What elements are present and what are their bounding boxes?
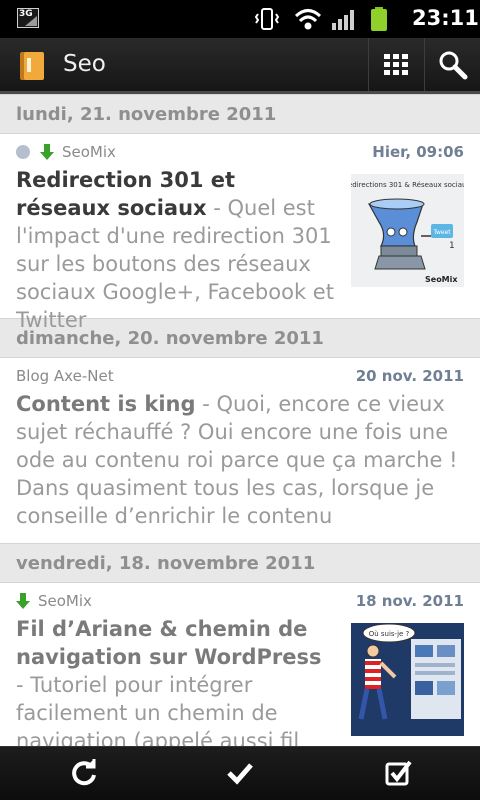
feed-source: SeoMix bbox=[62, 143, 116, 161]
status-bar: 3G 23:11 bbox=[0, 0, 480, 38]
list-item[interactable]: SeoMix 18 nov. 2011 Fil d’Ariane & chemi… bbox=[0, 583, 480, 746]
article-thumbnail[interactable]: Redirections 301 & Réseaux sociaux Tweet… bbox=[351, 174, 464, 287]
unread-dot-icon bbox=[16, 145, 30, 159]
bottom-toolbar bbox=[0, 746, 480, 800]
search-button[interactable] bbox=[424, 38, 480, 91]
article-thumbnail[interactable]: Où suis-je ? bbox=[351, 623, 464, 736]
select-button[interactable] bbox=[384, 759, 412, 791]
date-header: lundi, 21. novembre 2011 bbox=[0, 94, 480, 134]
article-time: Hier, 09:06 bbox=[372, 143, 464, 161]
grid-icon bbox=[384, 54, 408, 75]
search-icon bbox=[439, 51, 468, 80]
article-title: Fil d’Ariane & chemin de navigation sur … bbox=[16, 617, 322, 669]
grid-view-button[interactable] bbox=[368, 38, 424, 91]
refresh-button[interactable] bbox=[70, 759, 98, 791]
clock: 23:11 bbox=[412, 6, 479, 30]
date-header: vendredi, 18. novembre 2011 bbox=[0, 543, 480, 583]
page-title: Seo bbox=[63, 51, 106, 77]
article-excerpt: - Tutoriel pour intégrer facilement un c… bbox=[16, 673, 300, 746]
svg-text:1: 1 bbox=[449, 241, 455, 251]
thumb-brand: SeoMix bbox=[425, 275, 458, 284]
feed-folder-icon[interactable] bbox=[18, 50, 48, 82]
thumb-caption: Où suis-je ? bbox=[369, 630, 410, 638]
signal-icon bbox=[332, 10, 354, 30]
checkmark-icon bbox=[227, 763, 253, 785]
article-list[interactable]: lundi, 21. novembre 2011 SeoMix Hier, 09… bbox=[0, 94, 480, 746]
battery-icon bbox=[371, 7, 387, 31]
thumb-caption: Redirections 301 & Réseaux sociaux bbox=[351, 181, 464, 189]
down-arrow-icon bbox=[40, 144, 54, 160]
article-time: 18 nov. 2011 bbox=[355, 592, 464, 610]
checkbox-icon bbox=[385, 760, 412, 786]
mark-all-read-button[interactable] bbox=[226, 759, 254, 791]
down-arrow-icon bbox=[16, 593, 30, 609]
refresh-icon bbox=[72, 759, 96, 786]
article-title: Redirection 301 et réseaux sociaux bbox=[16, 168, 236, 220]
vibrate-icon bbox=[254, 8, 280, 30]
wifi-icon bbox=[294, 9, 322, 30]
thumb-badge: Tweet bbox=[432, 229, 451, 236]
list-item[interactable]: Blog Axe-Net 20 nov. 2011 Content is kin… bbox=[0, 358, 480, 543]
list-item[interactable]: SeoMix Hier, 09:06 Redirection 301 et ré… bbox=[0, 134, 480, 332]
article-time: 20 nov. 2011 bbox=[355, 367, 464, 385]
feed-source: Blog Axe-Net bbox=[16, 367, 114, 385]
status-icons bbox=[254, 7, 387, 31]
network-3g-icon: 3G bbox=[17, 8, 39, 28]
action-bar: Seo bbox=[0, 38, 480, 94]
article-title: Content is king bbox=[16, 392, 196, 416]
feed-source: SeoMix bbox=[38, 592, 92, 610]
